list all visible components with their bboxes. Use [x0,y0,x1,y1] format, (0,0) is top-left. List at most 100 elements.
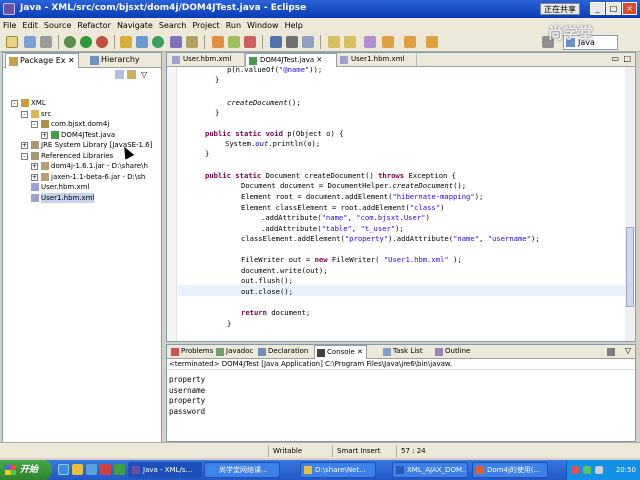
menu-edit[interactable]: Edit [19,18,41,32]
tree-item-label: jaxen-1.1-beta-6.jar - D:\sh [51,172,146,181]
expand-toggle-icon[interactable]: - [21,110,28,118]
minimize-view-icon[interactable]: ▭ [611,54,619,63]
view-menu-icon[interactable]: ▽ [625,346,631,355]
desktop-quicklaunch-icon[interactable] [86,464,97,475]
maximize-view-icon[interactable]: □ [623,54,631,63]
browser-task-icon [208,466,216,474]
expand-toggle-icon[interactable]: + [41,131,48,139]
tree-item[interactable]: + JRE System Library [JavaSE-1.6] [21,140,153,150]
menu-project[interactable]: Project [189,18,222,32]
task-explorer[interactable]: D:\share\Net... [300,462,376,478]
print-icon[interactable] [40,36,52,48]
last-edit-location-icon[interactable] [364,36,376,48]
expand-toggle-icon[interactable]: + [31,163,38,170]
tree-item[interactable]: - src [21,109,153,119]
expand-toggle-icon[interactable]: - [21,152,28,160]
forward-arrow-icon[interactable] [404,36,416,48]
next-annotation-icon[interactable] [328,36,340,48]
tab-task-list[interactable]: Task List [381,345,426,359]
menu-search[interactable]: Search [156,18,189,32]
scroll-thumb[interactable] [626,227,634,307]
menu-source[interactable]: Source [41,18,74,32]
tree-item[interactable]: + dom4j-1.6.1.jar - D:\share\h [31,161,153,171]
tab-hierarchy[interactable]: Hierarchy [87,53,143,68]
java-perspective-button[interactable]: Java [563,35,618,50]
previous-annotation-icon[interactable] [344,36,356,48]
tab-javadoc[interactable]: Javadoc [214,345,256,359]
expand-toggle-icon[interactable]: - [11,100,18,107]
open-task-icon[interactable] [212,36,224,48]
new-java-project-icon[interactable] [120,36,132,48]
external-tools-icon[interactable] [96,36,108,48]
menu-navigate[interactable]: Navigate [114,18,156,32]
editor-scrollbar[interactable] [625,67,635,341]
terminate-icon[interactable] [607,348,615,356]
app-quicklaunch-icon[interactable] [114,464,125,475]
menu-refactor[interactable]: Refactor [74,18,114,32]
tab-package-explorer[interactable]: Package Ex ✕ [5,53,79,68]
edit-icon[interactable] [244,36,256,48]
task-label: D:\share\Net... [315,466,366,474]
task-eclipse[interactable]: Java - XML/s... [128,462,202,478]
view-menu-icon[interactable]: ▽ [141,70,147,79]
tray-network-icon[interactable] [583,466,591,474]
tab-label: Hierarchy [101,55,140,64]
problems-icon [171,348,179,356]
tab-console[interactable]: Console ✕ [314,345,367,359]
new-class-icon[interactable] [152,36,164,48]
link-with-editor-icon[interactable] [127,70,136,79]
maximize-button[interactable]: □ [606,2,621,15]
new-icon[interactable] [6,36,18,48]
task-dom4j-doc[interactable]: Dom4j的使用(... [472,462,548,478]
tree-item[interactable]: User1.hbm.xml [21,192,153,203]
show-whitespace-icon[interactable] [286,36,298,48]
tray-volume-icon[interactable] [595,466,603,474]
toggle-mark-icon[interactable] [228,36,240,48]
new-package-icon[interactable] [136,36,148,48]
back-arrow-icon[interactable] [382,36,394,48]
open-perspective-icon[interactable] [542,36,554,48]
menu-run[interactable]: Run [223,18,244,32]
close-tab-icon[interactable]: ✕ [316,56,322,64]
tree-item[interactable]: - XML [11,98,153,108]
collapse-all-icon[interactable] [115,70,124,79]
menu-help[interactable]: Help [282,18,306,32]
editor-tab-user1-hbm-xml[interactable]: User1.hbm.xml [337,53,417,67]
tab-declaration[interactable]: Declaration [256,345,311,359]
menu-file[interactable]: File [0,18,19,32]
menu-window[interactable]: Window [244,18,282,32]
tree-item[interactable]: + DOM4JTest.java [41,130,153,140]
tree-item[interactable]: + jaxen-1.1-beta-6.jar - D:\sh [31,172,153,182]
run-icon[interactable] [80,36,92,48]
close-tab-icon[interactable]: ✕ [68,56,75,65]
task-document[interactable]: XML_AJAX_DOM... [392,462,468,478]
expand-toggle-icon[interactable]: - [31,121,38,128]
open-type-icon[interactable] [170,36,182,48]
tab-outline[interactable]: Outline [433,345,473,359]
start-button[interactable]: 开始 [0,460,52,480]
debug-icon[interactable] [64,36,76,48]
tab-problems[interactable]: Problems [169,345,216,359]
tray-antivirus-icon[interactable] [571,466,579,474]
main-toolbar: Java [0,32,640,52]
task-list-icon [383,348,391,356]
block-selection-icon[interactable] [302,36,314,48]
folder-quicklaunch-icon[interactable] [72,464,83,475]
close-button[interactable]: × [622,2,637,15]
close-tab-icon[interactable]: ✕ [357,348,363,356]
toolbar-separator [320,35,321,49]
expand-toggle-icon[interactable]: + [31,173,38,181]
save-icon[interactable] [24,36,36,48]
expand-toggle-icon[interactable]: + [21,142,28,149]
search-icon[interactable] [186,36,198,48]
toggle-breadcrumb-icon[interactable] [270,36,282,48]
tree-item[interactable]: - com.bjsxt.dom4j [31,119,153,129]
tree-item[interactable]: User.hbm.xml [21,182,153,192]
windows-flag-icon [5,465,16,475]
task-browser[interactable]: 尚学堂网络课... [204,462,280,478]
history-arrow-icon[interactable] [426,36,438,48]
media-quicklaunch-icon[interactable] [100,464,111,475]
ie-quicklaunch-icon[interactable] [58,464,69,475]
task-label: Java - XML/s... [143,466,193,474]
minimize-button[interactable]: _ [590,2,605,15]
